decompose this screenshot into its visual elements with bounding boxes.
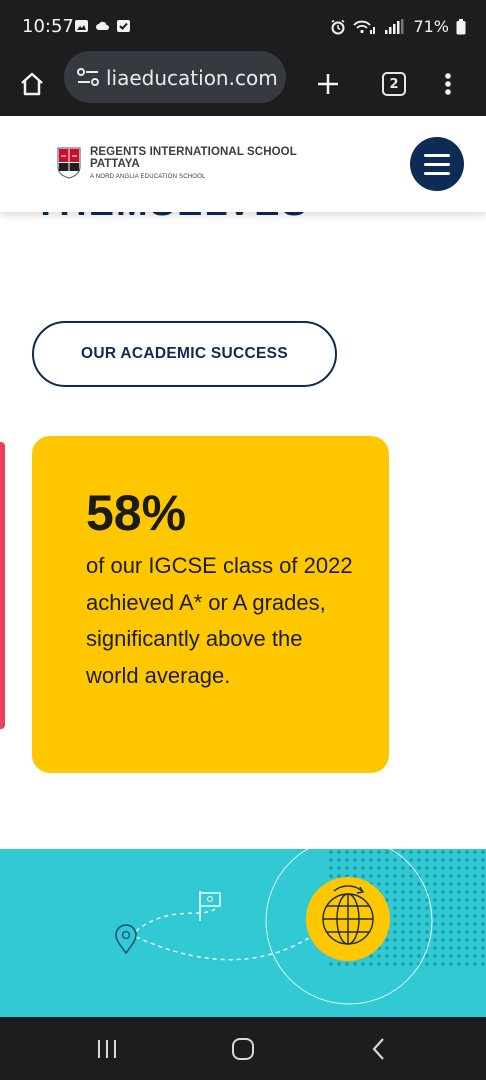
tab-switcher-button[interactable]: 2 — [372, 62, 416, 106]
address-bar[interactable]: liaeducation.com — [64, 51, 286, 103]
status-time: 10:57 — [22, 16, 74, 37]
hamburger-menu-button[interactable] — [410, 137, 464, 191]
battery-percent: 71% — [413, 17, 449, 36]
tab-count: 2 — [382, 72, 406, 96]
wifi-icon — [353, 20, 376, 34]
status-bar: 10:57 71% — [0, 0, 486, 52]
banner-illustration — [115, 849, 486, 1005]
school-crest-logo[interactable] — [57, 147, 81, 179]
school-name-line1: REGENTS INTERNATIONAL SCHOOL — [90, 146, 297, 158]
home-icon — [21, 72, 43, 96]
adjacent-card-edge — [0, 442, 5, 729]
plus-icon — [318, 74, 338, 94]
school-name-line2: PATTAYA — [90, 158, 140, 170]
gallery-icon — [75, 20, 88, 32]
url-text: liaeducation.com — [106, 66, 278, 90]
back-chevron-icon — [372, 1038, 384, 1060]
more-vert-icon — [445, 73, 451, 95]
recent-apps-button[interactable] — [92, 1035, 122, 1063]
school-name[interactable]: REGENTS INTERNATIONAL SCHOOL PATTAYA A N… — [90, 146, 297, 182]
home-nav-button[interactable] — [228, 1035, 258, 1063]
teal-banner — [0, 849, 486, 1017]
menu-bar-icon — [424, 171, 450, 175]
home-circle-icon — [232, 1038, 254, 1060]
stat-value: 58% — [86, 485, 187, 541]
cloud-icon — [96, 21, 109, 30]
more-menu-button[interactable] — [426, 62, 470, 106]
signal-icon — [385, 18, 404, 34]
alarm-icon — [331, 19, 345, 34]
new-tab-button[interactable] — [306, 62, 350, 106]
checkbox-icon — [117, 20, 130, 32]
flag-icon — [199, 891, 221, 921]
recents-icon — [98, 1040, 116, 1058]
menu-bar-icon — [424, 153, 450, 157]
system-nav-bar — [0, 1017, 486, 1080]
battery-icon — [456, 18, 466, 34]
school-tagline: A NORD ANGLIA EDUCATION SCHOOL — [90, 174, 206, 180]
menu-bar-icon — [424, 162, 450, 166]
location-pin-icon — [115, 924, 137, 955]
stat-card: 58% of our IGCSE class of 2022 achieved … — [32, 436, 389, 773]
home-button[interactable] — [10, 62, 54, 106]
back-button[interactable] — [364, 1035, 394, 1063]
stat-description: of our IGCSE class of 2022 achieved A* o… — [86, 553, 353, 688]
site-settings-icon[interactable] — [76, 65, 100, 89]
academic-success-button[interactable]: OUR ACADEMIC SUCCESS — [32, 321, 337, 387]
